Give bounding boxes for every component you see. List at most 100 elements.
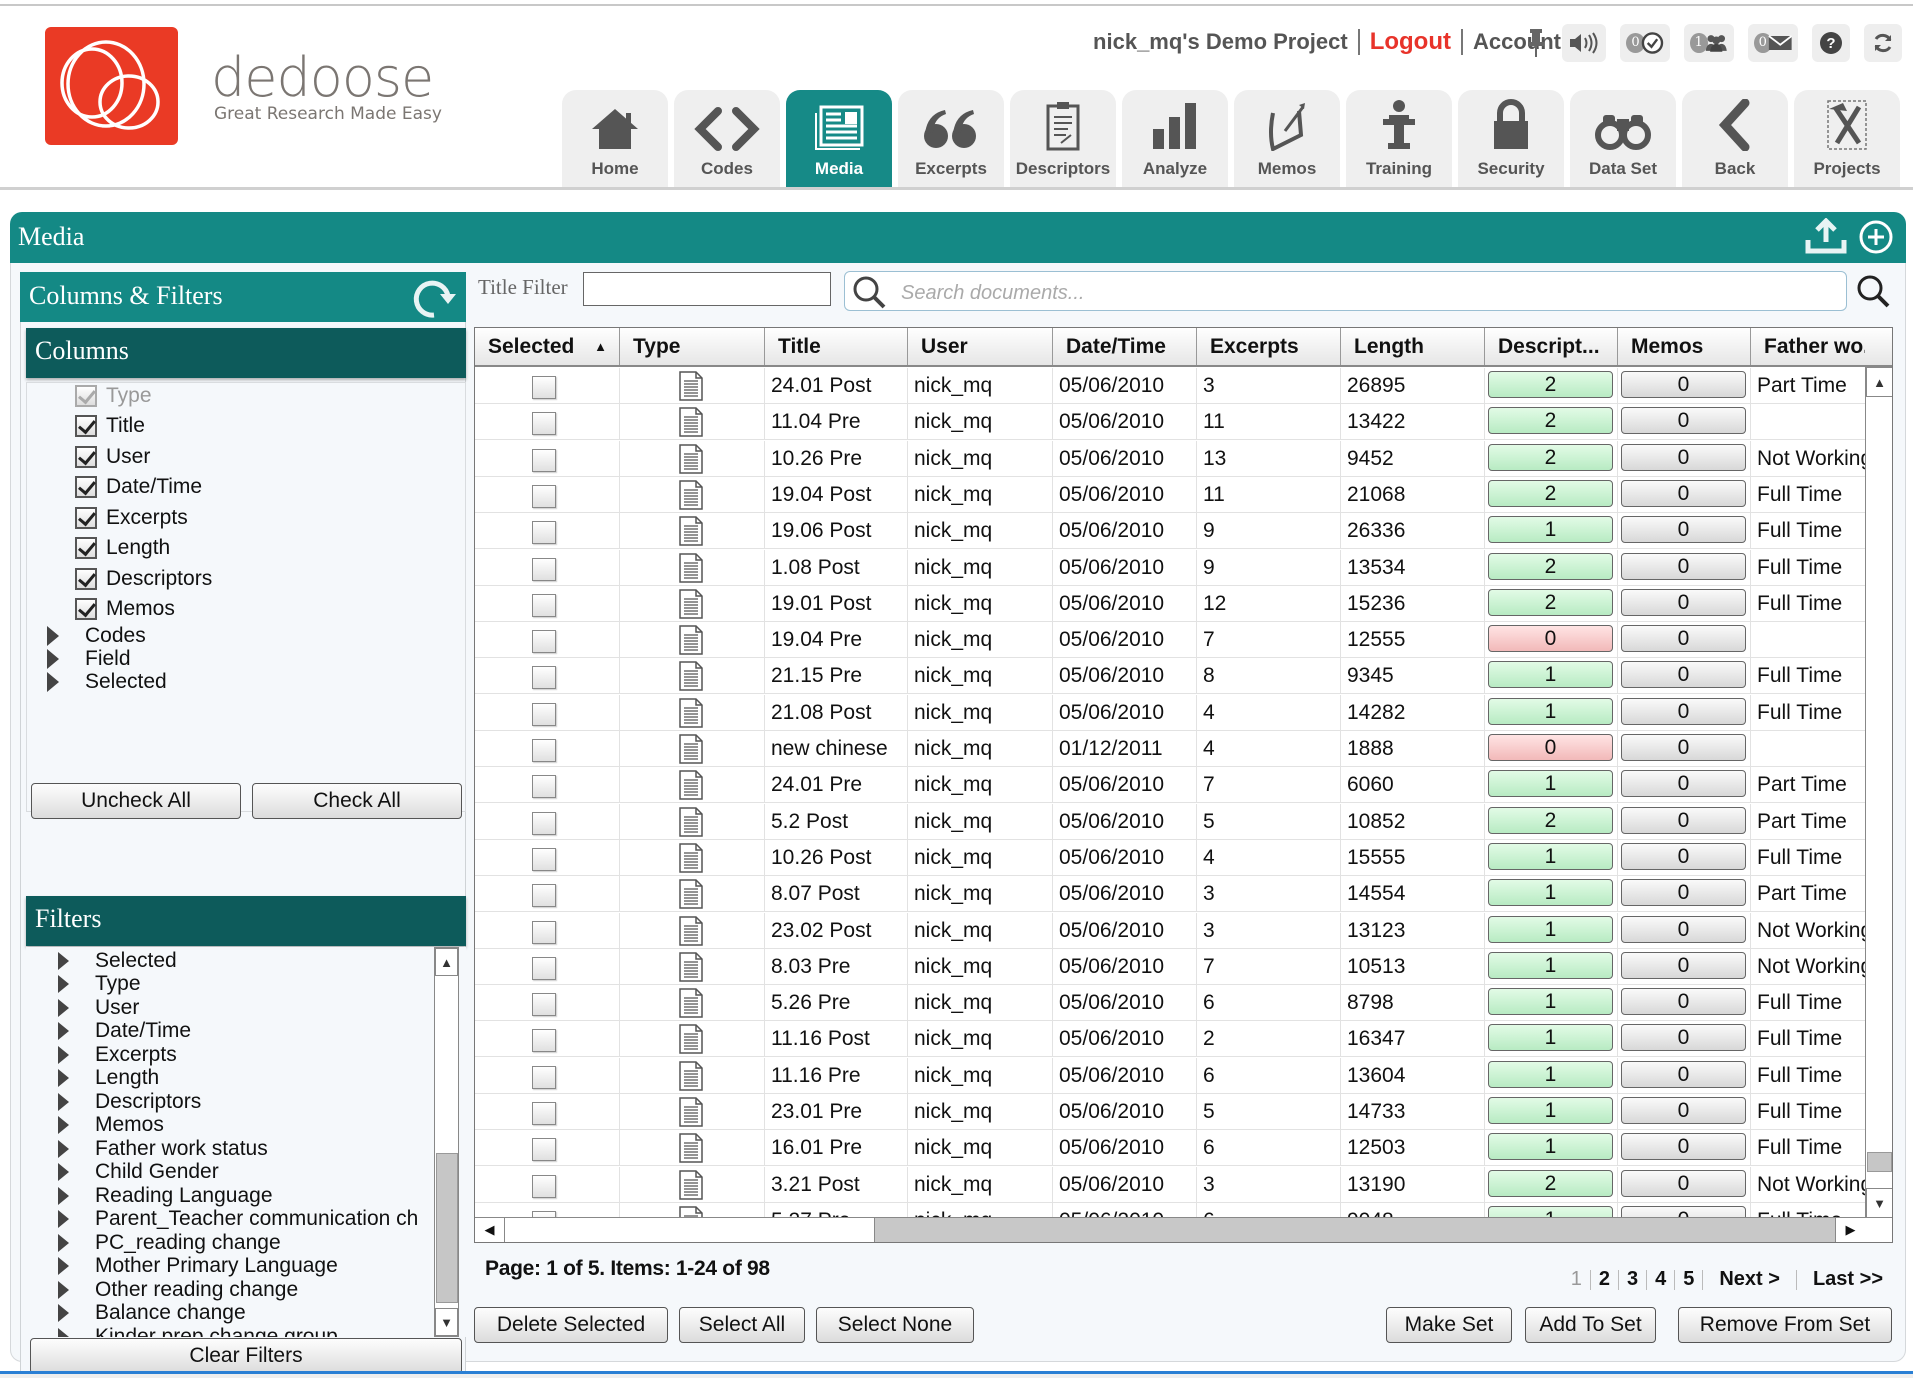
row-select-checkbox[interactable]: [532, 1138, 556, 1162]
remove-from-set-button[interactable]: Remove From Set: [1678, 1307, 1892, 1343]
row-select-checkbox[interactable]: [532, 666, 556, 690]
table-row[interactable]: 1.08 Post nick_mq 05/06/2010 9 13534 2 0 Full T…: [475, 549, 1865, 586]
cell-title[interactable]: 3.21 Post: [765, 1166, 908, 1203]
cell-title[interactable]: 24.01 Pre: [765, 767, 908, 804]
table-row[interactable]: new chinese nick_mq 01/12/2011 4 1888 0 0: [475, 731, 1865, 767]
memos-button[interactable]: 0: [1621, 1169, 1746, 1197]
descriptors-button[interactable]: 0: [1488, 734, 1613, 761]
descriptors-button[interactable]: 1: [1488, 1097, 1613, 1124]
add-to-set-button[interactable]: Add To Set: [1525, 1307, 1656, 1343]
memos-button[interactable]: 0: [1621, 915, 1746, 943]
reset-icon[interactable]: [412, 278, 458, 320]
dedoose-logo[interactable]: [45, 27, 178, 145]
table-row[interactable]: 19.04 Pre nick_mq 05/06/2010 7 12555 0 0: [475, 622, 1865, 659]
memos-button[interactable]: 0: [1621, 661, 1746, 689]
page-5[interactable]: 5: [1675, 1268, 1702, 1291]
upload-icon[interactable]: [1804, 218, 1848, 256]
checkbox-checked[interactable]: [75, 507, 97, 529]
expand-arrow-icon[interactable]: [58, 1045, 69, 1064]
checkbox-checked[interactable]: [75, 446, 97, 468]
expand-arrow-icon[interactable]: [47, 649, 59, 669]
checkbox-checked[interactable]: [75, 537, 97, 559]
make-set-button[interactable]: Make Set: [1386, 1307, 1512, 1343]
descriptors-button[interactable]: 1: [1488, 770, 1613, 798]
filter-item[interactable]: User: [58, 996, 139, 1019]
expand-arrow-icon[interactable]: [58, 1327, 69, 1337]
tab-codes[interactable]: Codes: [674, 90, 780, 187]
scroll-up-arrow-icon[interactable]: ▲: [435, 948, 458, 976]
row-select-checkbox[interactable]: [532, 1065, 556, 1089]
search-submit-icon[interactable]: [1855, 273, 1893, 311]
expand-arrow-icon[interactable]: [58, 1210, 69, 1228]
tab-security[interactable]: Security: [1458, 90, 1564, 187]
page-3[interactable]: 3: [1619, 1268, 1646, 1291]
descriptors-button[interactable]: 1: [1488, 879, 1613, 907]
cell-title[interactable]: 23.02 Post: [765, 912, 908, 949]
column-option-memos[interactable]: Memos: [75, 595, 175, 623]
descriptors-button[interactable]: 2: [1488, 806, 1613, 834]
table-row[interactable]: 3.21 Post nick_mq 05/06/2010 3 13190 2 0 Not Wo…: [475, 1166, 1865, 1203]
scroll-right-arrow-icon[interactable]: ▶: [1835, 1218, 1865, 1242]
table-row[interactable]: 8.03 Pre nick_mq 05/06/2010 7 10513 1 0 Not Wor…: [475, 948, 1865, 985]
cell-title[interactable]: 11.04 Pre: [765, 404, 908, 441]
row-select-checkbox[interactable]: [532, 376, 556, 399]
tab-memos[interactable]: Memos: [1234, 90, 1340, 187]
descriptors-button[interactable]: 1: [1488, 661, 1613, 689]
row-select-checkbox[interactable]: [532, 448, 556, 472]
row-select-checkbox[interactable]: [532, 739, 556, 762]
cell-title[interactable]: 19.01 Post: [765, 585, 908, 622]
row-select-checkbox[interactable]: [532, 1029, 556, 1053]
descriptors-button[interactable]: 1: [1488, 951, 1613, 979]
row-select-checkbox[interactable]: [532, 484, 556, 508]
sound-button[interactable]: [1562, 24, 1606, 62]
table-row[interactable]: 19.06 Post nick_mq 05/06/2010 9 26336 1 0 Full …: [475, 513, 1865, 550]
table-row[interactable]: 21.15 Pre nick_mq 05/06/2010 8 9345 1 0 Full Ti…: [475, 658, 1865, 695]
descriptors-button[interactable]: 0: [1488, 625, 1613, 653]
cell-title[interactable]: 5.26 Pre: [765, 985, 908, 1022]
filter-item[interactable]: Father work status: [58, 1137, 268, 1160]
filter-item[interactable]: Balance change: [58, 1301, 246, 1325]
checkbox-checked-disabled[interactable]: [75, 385, 97, 407]
tab-training[interactable]: Training: [1346, 90, 1452, 187]
column-option-excerpts[interactable]: Excerpts: [75, 504, 188, 532]
checkbox-checked[interactable]: [75, 598, 97, 620]
cell-title[interactable]: new chinese: [765, 731, 908, 767]
tasks-button[interactable]: 0: [1620, 24, 1670, 62]
scroll-down-arrow-icon[interactable]: ▼: [435, 1308, 458, 1336]
row-select-checkbox[interactable]: [532, 1102, 556, 1125]
column-group-field[interactable]: Field: [47, 647, 131, 671]
uncheck-all-button[interactable]: Uncheck All: [31, 783, 241, 819]
memos-button[interactable]: 0: [1621, 1097, 1746, 1124]
expand-arrow-icon[interactable]: [58, 1022, 69, 1040]
expand-arrow-icon[interactable]: [58, 998, 69, 1017]
title-filter-input[interactable]: [583, 272, 831, 306]
column-header-type[interactable]: Type: [620, 328, 765, 365]
table-horizontal-scrollbar[interactable]: ◀ ▶: [475, 1217, 1865, 1242]
delete-selected-button[interactable]: Delete Selected: [474, 1307, 668, 1343]
column-header-user[interactable]: User: [908, 328, 1053, 365]
column-option-descriptors[interactable]: Descriptors: [75, 565, 212, 593]
memos-button[interactable]: 0: [1621, 770, 1746, 798]
descriptors-button[interactable]: 2: [1488, 443, 1613, 471]
expand-arrow-icon[interactable]: [58, 1163, 69, 1181]
tab-home[interactable]: Home: [562, 90, 668, 187]
row-select-checkbox[interactable]: [532, 702, 556, 726]
cell-title[interactable]: 16.01 Pre: [765, 1130, 908, 1167]
cell-title[interactable]: 19.06 Post: [765, 513, 908, 550]
row-select-checkbox[interactable]: [532, 593, 556, 617]
descriptors-button[interactable]: 2: [1488, 407, 1613, 435]
descriptors-button[interactable]: 2: [1488, 371, 1613, 398]
tab-data-set[interactable]: Data Set: [1570, 90, 1676, 187]
expand-arrow-icon[interactable]: [58, 951, 69, 970]
row-select-checkbox[interactable]: [532, 920, 556, 944]
filter-item[interactable]: Selected: [58, 949, 177, 972]
memos-button[interactable]: 0: [1621, 734, 1746, 761]
column-header-title[interactable]: Title: [765, 328, 908, 365]
cell-title[interactable]: 11.16 Post: [765, 1021, 908, 1058]
descriptors-button[interactable]: 1: [1488, 516, 1613, 544]
filter-item[interactable]: Excerpts: [58, 1043, 177, 1066]
expand-arrow-icon[interactable]: [58, 1069, 69, 1087]
descriptors-button[interactable]: 1: [1488, 915, 1613, 943]
table-row[interactable]: 21.08 Post nick_mq 05/06/2010 4 14282 1 0 Full …: [475, 694, 1865, 731]
table-row[interactable]: 16.01 Pre nick_mq 05/06/2010 6 12503 1 0 Full T…: [475, 1130, 1865, 1167]
